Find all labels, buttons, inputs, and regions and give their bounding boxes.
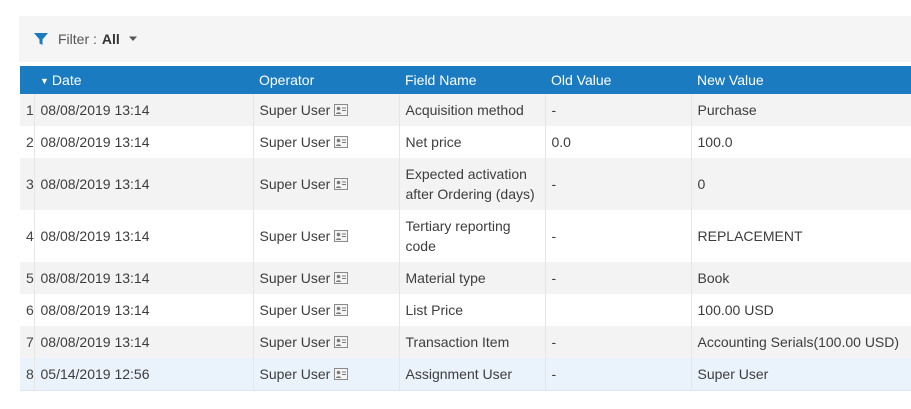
cell-operator: Super User xyxy=(252,94,399,126)
cell-new-value: Super User xyxy=(690,358,911,391)
user-card-icon[interactable] xyxy=(334,178,349,190)
cell-new-value: Purchase xyxy=(690,94,911,126)
cell-field-name: List Price xyxy=(398,294,545,326)
user-card-icon[interactable] xyxy=(334,230,349,242)
user-card-icon[interactable] xyxy=(334,136,349,148)
row-index: 2 xyxy=(20,126,34,158)
cell-new-value: 100.0 xyxy=(690,126,911,158)
row-index: 5 xyxy=(20,262,34,294)
cell-old-value: 0.0 xyxy=(544,126,691,158)
cell-date: 08/08/2019 13:14 xyxy=(33,326,253,358)
cell-new-value: Book xyxy=(690,262,911,294)
table-row[interactable]: 2 08/08/2019 13:14 Super User Net price … xyxy=(20,126,911,158)
filter-bar: Filter : All xyxy=(19,16,911,62)
column-header-date-label: Date xyxy=(51,72,82,88)
operator-name: Super User xyxy=(259,270,331,286)
table-row[interactable]: 1 08/08/2019 13:14 Super User Acquisitio… xyxy=(20,94,911,126)
cell-operator: Super User xyxy=(252,358,399,391)
table-row[interactable]: 8 05/14/2019 12:56 Super User Assignment… xyxy=(20,358,911,391)
cell-new-value: REPLACEMENT xyxy=(690,210,911,262)
cell-operator: Super User xyxy=(252,294,399,326)
cell-operator: Super User xyxy=(252,158,399,210)
cell-new-value: 100.00 USD xyxy=(690,294,911,326)
operator-name: Super User xyxy=(259,134,331,150)
column-header-date[interactable]: ▼ Date xyxy=(34,66,253,94)
cell-old-value: - xyxy=(544,94,691,126)
user-card-icon[interactable] xyxy=(334,336,349,348)
user-card-icon[interactable] xyxy=(334,104,349,116)
row-index: 1 xyxy=(20,94,34,126)
user-card-icon[interactable] xyxy=(334,304,349,316)
cell-operator: Super User xyxy=(252,262,399,294)
cell-old-value: - xyxy=(544,326,691,358)
column-header-operator[interactable]: Operator xyxy=(253,66,399,94)
column-header-old-value[interactable]: Old Value xyxy=(545,66,691,94)
cell-field-name: Expected activation after Ordering (days… xyxy=(398,158,545,210)
filter-funnel-icon[interactable] xyxy=(33,31,49,47)
operator-name: Super User xyxy=(259,334,331,350)
operator-name: Super User xyxy=(259,176,331,192)
filter-value[interactable]: All xyxy=(102,31,120,47)
cell-field-name: Assignment User xyxy=(398,358,545,391)
cell-field-name: Acquisition method xyxy=(398,94,545,126)
row-index: 8 xyxy=(20,358,34,391)
filter-label: Filter : xyxy=(58,31,97,47)
caret-down-icon[interactable] xyxy=(128,36,138,42)
operator-name: Super User xyxy=(259,228,331,244)
cell-operator: Super User xyxy=(252,326,399,358)
cell-date: 08/08/2019 13:14 xyxy=(33,210,253,262)
cell-operator: Super User xyxy=(252,126,399,158)
cell-field-name: Material type xyxy=(398,262,545,294)
cell-date: 08/08/2019 13:14 xyxy=(33,158,253,210)
cell-date: 05/14/2019 12:56 xyxy=(33,358,253,391)
column-header-field-name[interactable]: Field Name xyxy=(399,66,545,94)
operator-name: Super User xyxy=(259,366,331,382)
row-index: 6 xyxy=(20,294,34,326)
cell-date: 08/08/2019 13:14 xyxy=(33,262,253,294)
cell-field-name: Transaction Item xyxy=(398,326,545,358)
sort-descending-icon: ▼ xyxy=(40,76,49,86)
cell-old-value: - xyxy=(544,358,691,391)
user-card-icon[interactable] xyxy=(334,272,349,284)
operator-name: Super User xyxy=(259,102,331,118)
user-card-icon[interactable] xyxy=(334,368,349,380)
row-index: 3 xyxy=(20,158,34,210)
history-table: ▼ Date Operator Field Name Old Value New … xyxy=(20,66,911,391)
cell-old-value: - xyxy=(544,262,691,294)
table-row[interactable]: 6 08/08/2019 13:14 Super User List Price… xyxy=(20,294,911,326)
cell-old-value: - xyxy=(544,158,691,210)
cell-old-value xyxy=(544,294,691,326)
operator-name: Super User xyxy=(259,302,331,318)
column-header-index xyxy=(20,66,34,94)
row-index: 4 xyxy=(20,210,34,262)
cell-date: 08/08/2019 13:14 xyxy=(33,94,253,126)
cell-date: 08/08/2019 13:14 xyxy=(33,294,253,326)
table-row[interactable]: 3 08/08/2019 13:14 Super User Expected a… xyxy=(20,158,911,210)
cell-old-value: - xyxy=(544,210,691,262)
column-header-new-value[interactable]: New Value xyxy=(691,66,911,94)
cell-field-name: Net price xyxy=(398,126,545,158)
cell-new-value: 0 xyxy=(690,158,911,210)
cell-field-name: Tertiary reporting code xyxy=(398,210,545,262)
table-header-row: ▼ Date Operator Field Name Old Value New … xyxy=(20,66,911,94)
table-row[interactable]: 7 08/08/2019 13:14 Super User Transactio… xyxy=(20,326,911,358)
cell-date: 08/08/2019 13:14 xyxy=(33,126,253,158)
cell-new-value: Accounting Serials(100.00 USD) xyxy=(690,326,911,358)
table-row[interactable]: 5 08/08/2019 13:14 Super User Material t… xyxy=(20,262,911,294)
row-index: 7 xyxy=(20,326,34,358)
cell-operator: Super User xyxy=(252,210,399,262)
table-row[interactable]: 4 08/08/2019 13:14 Super User Tertiary r… xyxy=(20,210,911,262)
